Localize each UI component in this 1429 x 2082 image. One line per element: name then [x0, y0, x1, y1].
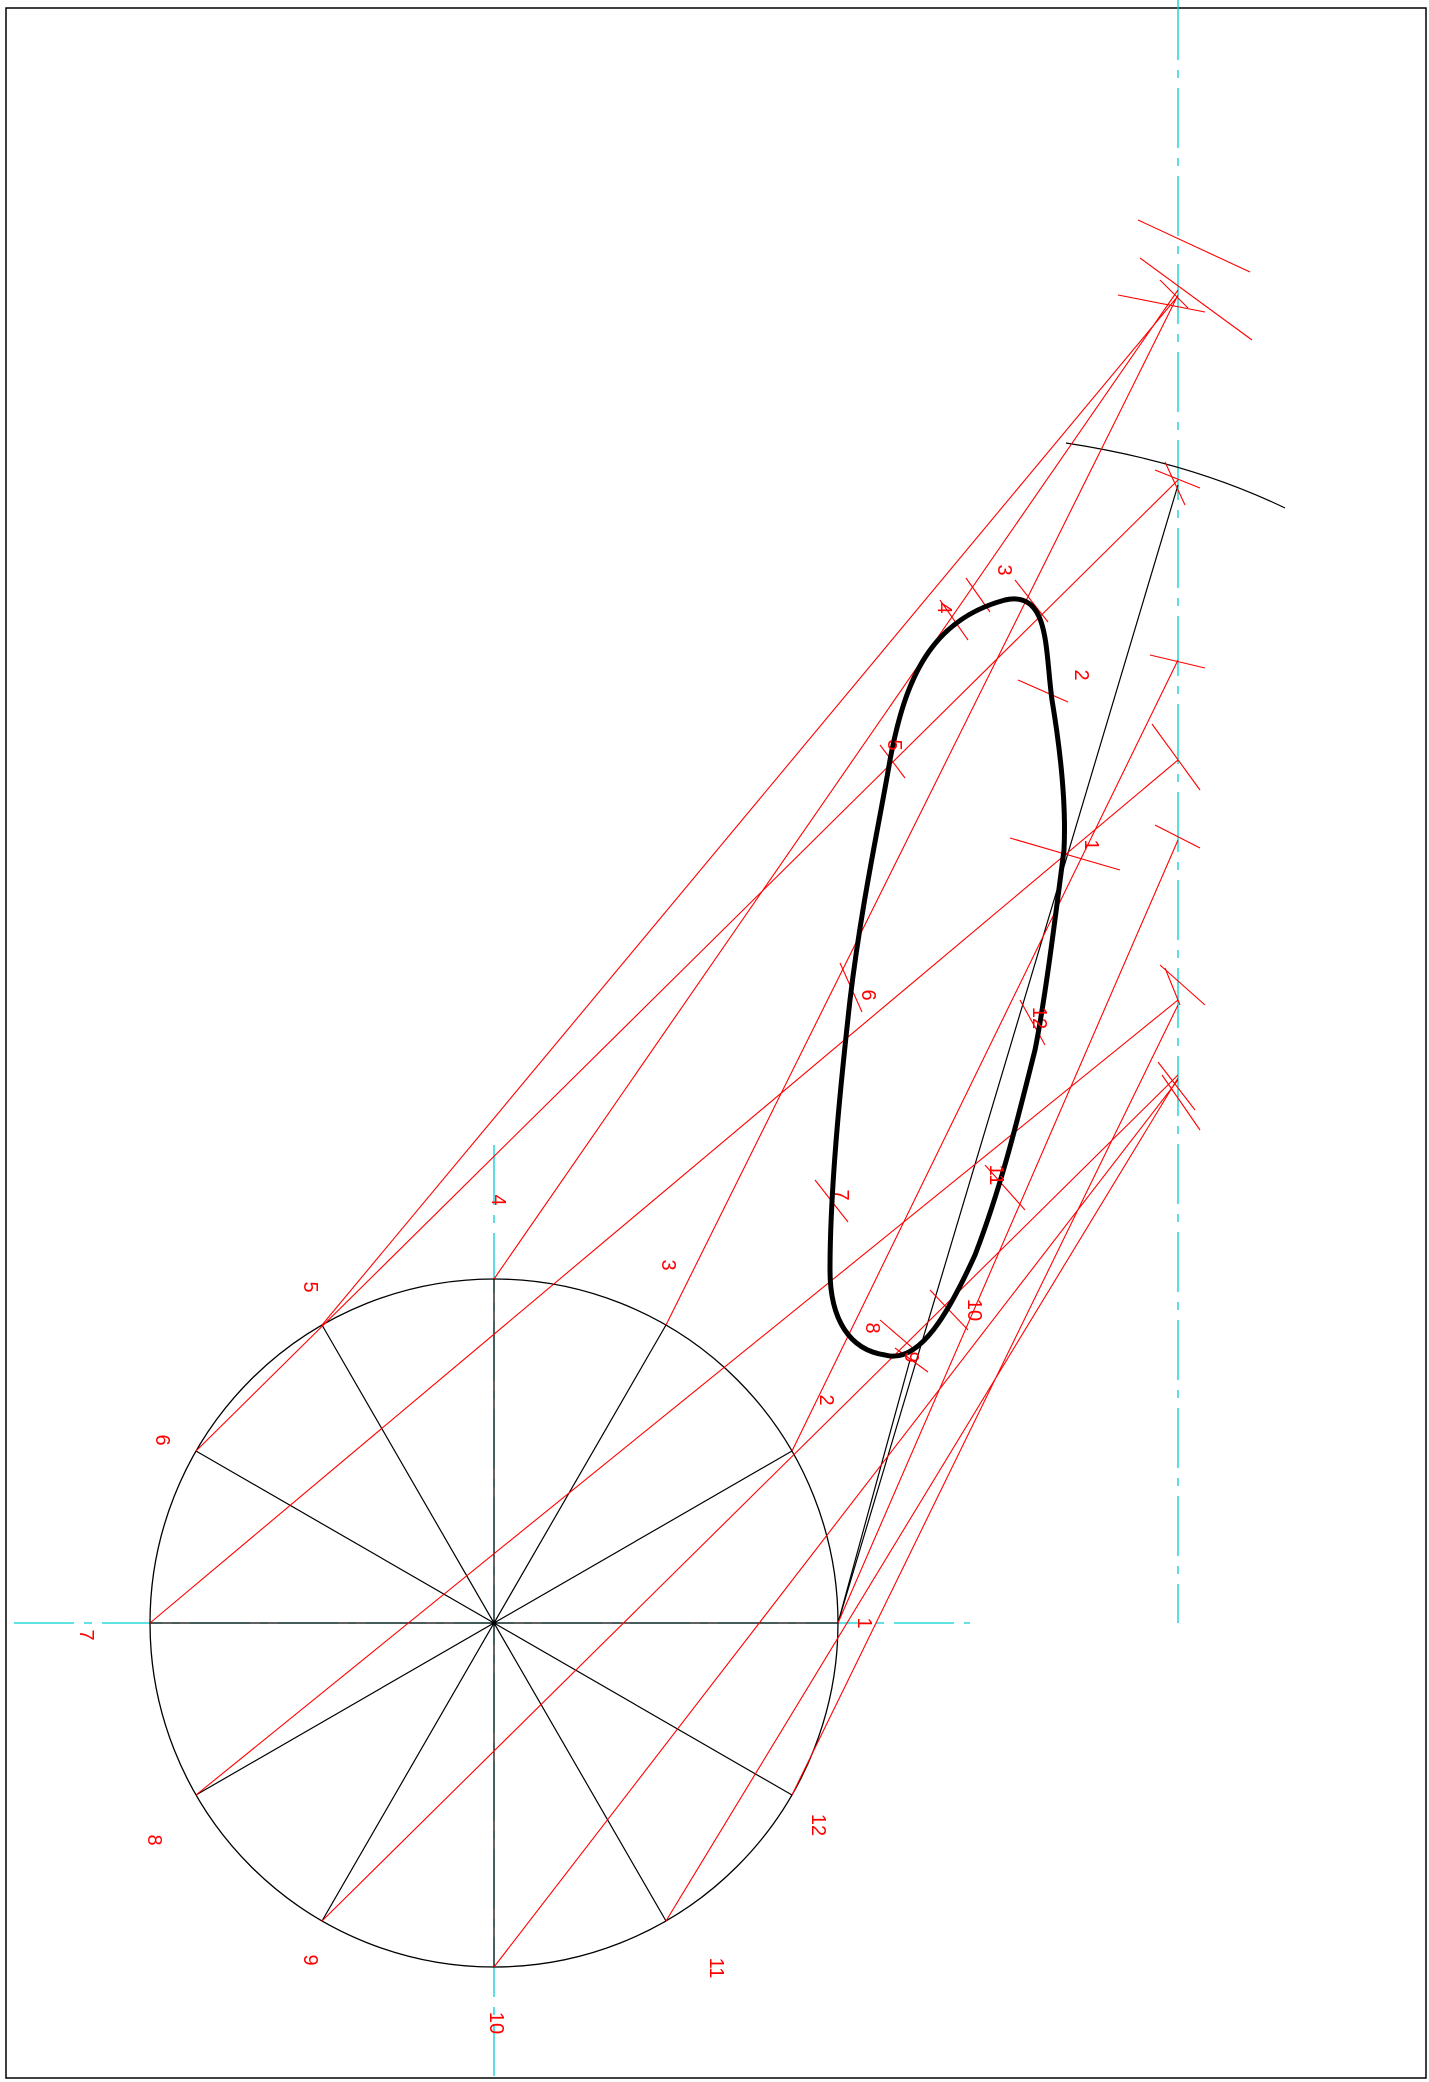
circle-label-10: 10: [485, 2012, 507, 2034]
curve-label-4: 4: [933, 602, 955, 613]
proj-line-1: [837, 839, 1179, 1624]
curve-label-11: 11: [985, 1165, 1007, 1186]
curve-label-12: 12: [1028, 1007, 1050, 1029]
circle-labels: 1 2 3 4 5 6 7 8 9 10 11 12: [75, 1194, 875, 2034]
circle-label-2: 2: [815, 1394, 837, 1405]
tick-mark: [1117, 294, 1206, 313]
center-lines: [14, 0, 1179, 2076]
tick-mark: [1137, 219, 1251, 273]
proj-line-8: [195, 999, 1179, 1796]
proj-line-3: [665, 294, 1179, 1326]
circle-label-9: 9: [299, 1954, 321, 1965]
proj-line-5: [321, 295, 1179, 1326]
circle-label-1: 1: [853, 1617, 875, 1628]
projection-lines: [149, 289, 1179, 1968]
tick-mark: [1139, 257, 1253, 341]
tick-mark: [879, 1319, 916, 1351]
proj-line-11: [665, 1077, 1179, 1922]
tick-mark: [1161, 1074, 1201, 1131]
circle-label-3: 3: [657, 1259, 679, 1270]
curve-label-1: 1: [1080, 839, 1102, 850]
proj-line-10: [493, 1079, 1179, 1968]
tick-mark: [1017, 679, 1069, 703]
curve-label-3: 3: [993, 564, 1015, 575]
curve-label-7: 7: [830, 1189, 852, 1200]
circle-label-4: 4: [487, 1194, 509, 1205]
cam-drawing: 1 2 3 4 5 6 7 8 9 10 11 12 1 2 3 4 5 6 7…: [5, 0, 1427, 2079]
curve-label-9: 9: [900, 1351, 922, 1362]
tick-marks: [814, 219, 1253, 1373]
curve-label-2: 2: [1070, 669, 1092, 680]
circle-label-7: 7: [75, 1629, 97, 1640]
drawing-frame: [5, 7, 1427, 2079]
circle-label-11: 11: [705, 1958, 727, 1979]
black-construction: [837, 442, 1286, 1624]
circle-label-12: 12: [807, 1814, 829, 1836]
curve-label-5: 5: [883, 739, 905, 750]
circle-label-8: 8: [143, 1834, 165, 1845]
guide-line-b: [837, 1359, 911, 1624]
circle-label-5: 5: [299, 1281, 321, 1292]
guide-line-a: [837, 484, 1179, 1624]
reference-arc: [1065, 442, 1286, 509]
proj-line-9: [321, 1074, 1179, 1922]
proj-line-7: [149, 759, 1179, 1624]
tick-mark: [1151, 723, 1201, 791]
curve-label-8: 8: [861, 1322, 883, 1333]
curve-label-6: 6: [857, 989, 879, 1000]
proj-line-2: [791, 659, 1179, 1452]
circle-divisions: [150, 1279, 838, 1967]
circle-label-6: 6: [151, 1434, 173, 1445]
cam-profile: [827, 596, 1067, 1359]
curve-label-10: 10: [963, 1299, 985, 1321]
